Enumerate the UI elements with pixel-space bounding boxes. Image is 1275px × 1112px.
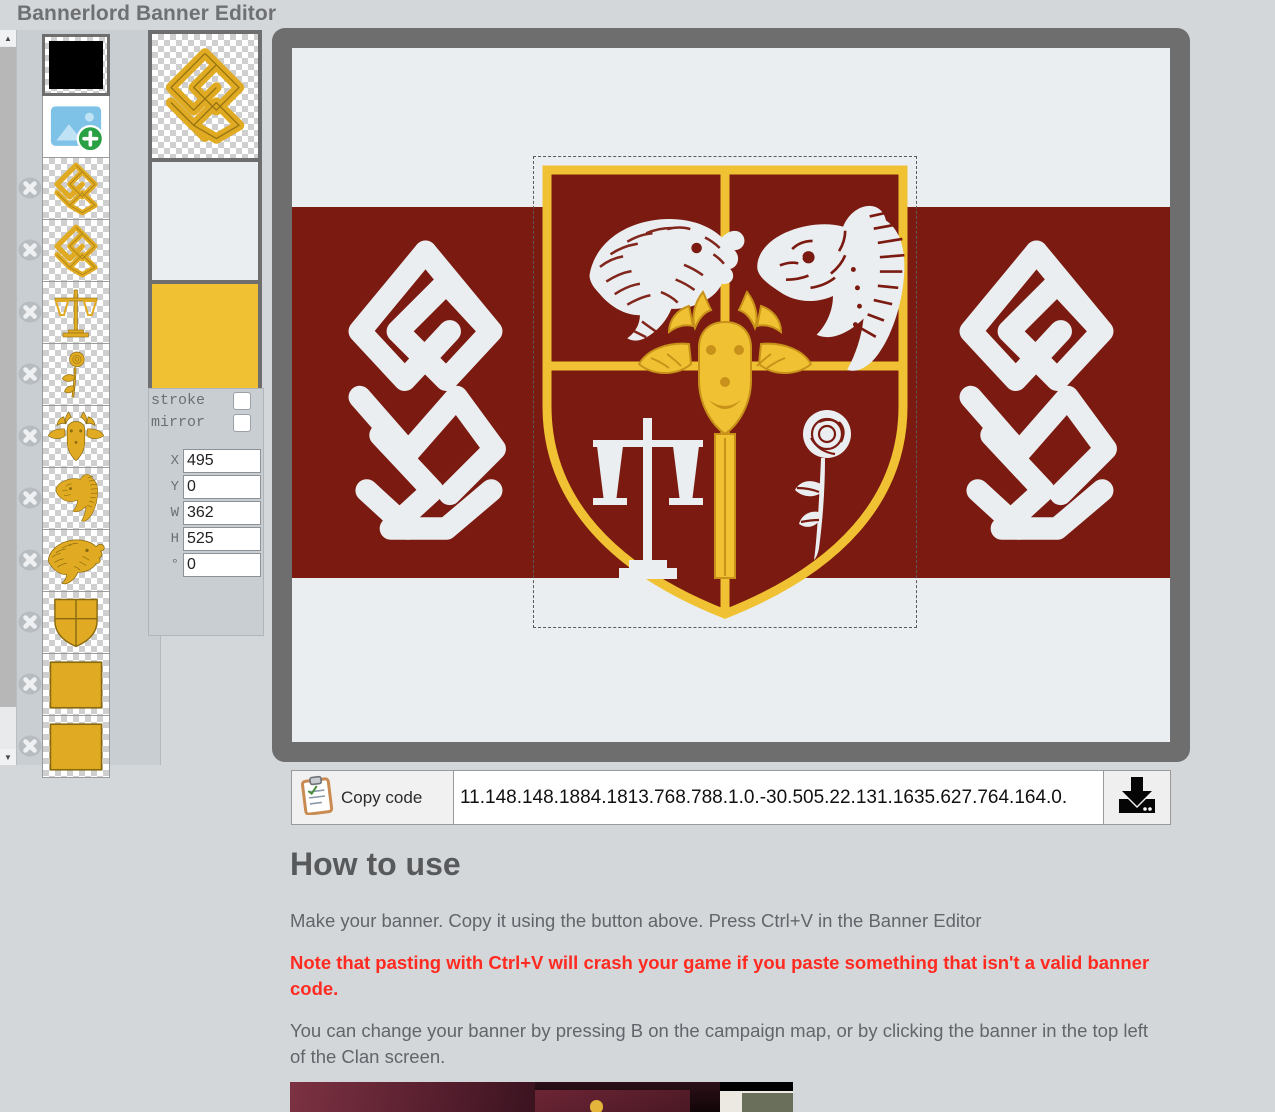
layer-thumb-rectangle[interactable] — [42, 654, 110, 716]
celtic-knot-left[interactable] — [339, 231, 512, 556]
rectangle-icon — [43, 654, 109, 715]
preview-column — [148, 30, 264, 402]
banner-canvas[interactable] — [292, 48, 1170, 742]
delete-layer-button[interactable] — [18, 672, 42, 696]
screenshot-gold-sigil — [590, 1100, 603, 1112]
field-row-y: Y — [149, 475, 261, 499]
rose-icon — [43, 344, 109, 405]
delete-layer-button[interactable] — [18, 300, 42, 324]
layer-thumb-wolf-head[interactable] — [42, 530, 110, 592]
copy-code-label: Copy code — [341, 788, 422, 808]
layer-thumb-scales-of-justice[interactable] — [42, 282, 110, 344]
delete-layer-button[interactable] — [18, 176, 42, 200]
layer-thumb-celtic-knot[interactable] — [42, 220, 110, 282]
canvas-frame — [272, 28, 1190, 762]
stroke-row: stroke — [149, 389, 263, 411]
howto-warning: Note that pasting with Ctrl+V will crash… — [290, 950, 1158, 1002]
celtic-knot-icon — [43, 220, 109, 281]
copy-code-bar: Copy code 11.148.148.1884.1813.768.788.1… — [291, 770, 1171, 825]
properties-panel: stroke mirror XYWH ° — [148, 388, 264, 636]
x-input[interactable] — [183, 449, 261, 473]
layers-scrollbar[interactable]: ▲ ▼ — [0, 30, 17, 765]
screenshot-map-region — [720, 1091, 793, 1112]
download-icon — [1115, 775, 1159, 820]
stag-head-icon — [43, 406, 109, 467]
rotation-input[interactable] — [183, 553, 261, 577]
scroll-thumb[interactable] — [0, 47, 16, 707]
color-slot-2-fill — [152, 284, 258, 398]
howto-heading: How to use — [290, 846, 461, 883]
howto-paragraph-1: Make your banner. Copy it using the butt… — [290, 908, 1152, 934]
layer-thumb-celtic-knot[interactable] — [42, 158, 110, 220]
screenshot-rock — [742, 1093, 793, 1112]
field-row-w: W — [149, 501, 261, 525]
delete-layer-button[interactable] — [18, 424, 42, 448]
scales-icon — [43, 282, 109, 343]
field-row-x: X — [149, 449, 261, 473]
banner-code-input[interactable]: 11.148.148.1884.1813.768.788.1.0.-30.505… — [454, 770, 1104, 825]
stroke-label: stroke — [151, 392, 205, 409]
w-input[interactable] — [183, 501, 261, 525]
download-button[interactable] — [1104, 770, 1171, 825]
stroke-checkbox[interactable] — [233, 392, 251, 410]
layer-thumb-quartered-shield[interactable] — [42, 592, 110, 654]
delete-layer-button[interactable] — [18, 548, 42, 572]
delete-button-column — [16, 30, 42, 765]
layers-panel: ▲ ▼ — [0, 30, 161, 765]
x-label: X — [149, 453, 183, 469]
y-input[interactable] — [183, 475, 261, 499]
scroll-up-icon[interactable]: ▲ — [0, 30, 16, 46]
wolf-head-icon — [43, 530, 109, 591]
screenshot-panel-region — [535, 1090, 690, 1112]
celtic-knot-icon — [43, 158, 109, 219]
layer-thumb-rose[interactable] — [42, 344, 110, 406]
page-title: Bannerlord Banner Editor — [17, 2, 276, 26]
field-row-rotation: ° — [149, 553, 261, 577]
clipboard-icon — [301, 775, 335, 820]
layer-thumb-horse-head[interactable] — [42, 468, 110, 530]
delete-layer-button[interactable] — [18, 610, 42, 634]
howto-paragraph-2: You can change your banner by pressing B… — [290, 1018, 1152, 1070]
color-slot-2[interactable] — [148, 280, 262, 402]
add-image-icon[interactable] — [43, 96, 109, 157]
mirror-label: mirror — [151, 414, 205, 431]
delete-layer-button[interactable] — [18, 486, 42, 510]
mirror-checkbox[interactable] — [233, 414, 251, 432]
w-label: W — [149, 505, 183, 521]
field-row-h: H — [149, 527, 261, 551]
copy-code-button[interactable]: Copy code — [291, 770, 454, 825]
tutorial-screenshot — [290, 1082, 793, 1112]
mirror-row: mirror — [149, 411, 263, 433]
delete-layer-button[interactable] — [18, 362, 42, 386]
black-swatch — [49, 41, 103, 89]
y-label: Y — [149, 479, 183, 495]
rectangle-icon — [43, 716, 109, 777]
selected-sigil-preview[interactable] — [148, 30, 262, 158]
delete-layer-button[interactable] — [18, 734, 42, 758]
scroll-down-icon[interactable]: ▼ — [0, 749, 16, 765]
layer-thumb-add-image[interactable] — [42, 96, 110, 158]
transform-fields: XYWH ° — [149, 447, 261, 577]
layer-thumb-stag-head[interactable] — [42, 406, 110, 468]
delete-layer-button[interactable] — [18, 238, 42, 262]
quartered-shield[interactable] — [537, 160, 913, 629]
color-slot-1[interactable] — [148, 158, 262, 280]
layer-thumb-black-background-swatch[interactable] — [42, 34, 110, 96]
layer-thumb-rectangle[interactable] — [42, 716, 110, 778]
color-slot-1-fill — [152, 162, 258, 280]
quartered-shield-icon — [43, 592, 109, 653]
celtic-knot-right[interactable] — [950, 231, 1123, 556]
h-input[interactable] — [183, 527, 261, 551]
h-label: H — [149, 531, 183, 547]
layer-thumbnail-strip — [42, 34, 112, 778]
horse-head-icon — [43, 468, 109, 529]
screenshot-banner-region — [290, 1082, 535, 1112]
rotation-label: ° — [149, 557, 183, 573]
banner-editor-app: Bannerlord Banner Editor ▲ ▼ — [0, 0, 1275, 1112]
celtic-knot-icon — [152, 34, 258, 158]
